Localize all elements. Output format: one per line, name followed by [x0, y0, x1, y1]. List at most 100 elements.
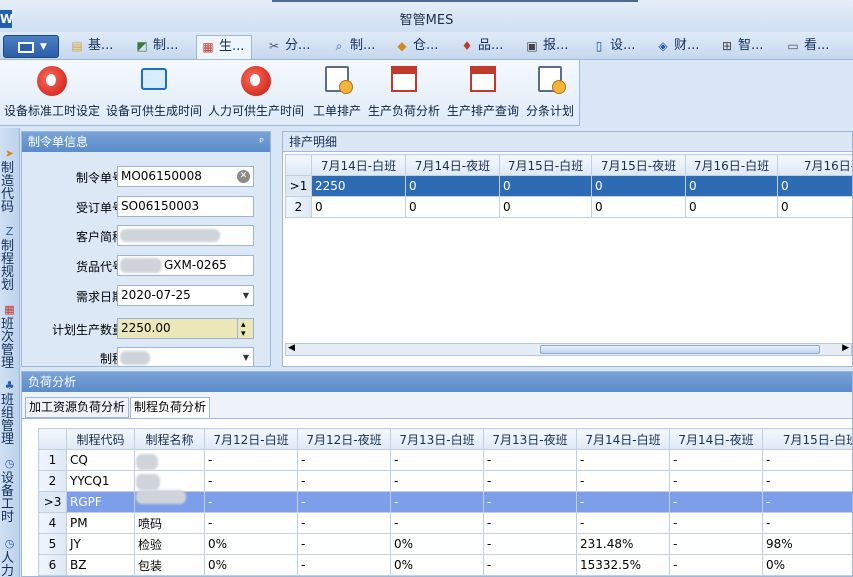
tab-3[interactable]: ✂ 分... — [263, 35, 323, 59]
tab-11[interactable]: ▭ 看... — [782, 35, 842, 59]
table-cell[interactable]: 231.48% — [576, 533, 670, 555]
table-cell[interactable]: - — [297, 449, 391, 471]
table-cell[interactable]: - — [669, 491, 763, 513]
ribbon-btn-3[interactable]: 工单排产 — [310, 60, 364, 126]
column-header[interactable]: 7月14日-夜班 — [405, 154, 500, 176]
column-header[interactable]: 7月15日-白班 — [762, 428, 852, 450]
table-cell[interactable]: - — [204, 470, 298, 492]
column-header[interactable]: 7月16日-白班 — [685, 154, 778, 176]
sub-no-input[interactable]: SO06150003 — [117, 196, 254, 217]
table-cell[interactable]: - — [762, 470, 852, 492]
column-header[interactable]: 7月13日-白班 — [390, 428, 484, 450]
customer-input[interactable] — [117, 225, 254, 246]
table-cell[interactable]: - — [297, 554, 391, 576]
scroll-thumb[interactable] — [540, 345, 820, 354]
tab-9[interactable]: ◈ 财... — [652, 35, 712, 59]
table-cell[interactable]: 0% — [204, 554, 298, 576]
process-select[interactable]: ▼ — [117, 347, 254, 366]
tab-0[interactable]: ▤ 基... — [66, 35, 126, 59]
table-cell[interactable]: 0% — [204, 533, 298, 555]
due-date-picker[interactable]: 2020-07-25 ▼ — [117, 285, 254, 306]
table-row[interactable]: 6 BZ 包装 0% -0% -15332.5% -0% — [38, 554, 852, 576]
table-cell[interactable]: - — [576, 449, 670, 471]
table-row[interactable]: 1 CQ - - - - - - - — [38, 449, 852, 471]
table-cell[interactable]: YYCQ1 — [66, 470, 135, 492]
table-cell[interactable]: 2250 — [311, 175, 406, 197]
table-row[interactable]: 5 JY 检验 0% -0% -231.48% -98% — [38, 533, 852, 555]
ribbon-btn-4[interactable]: 生产负荷分析 — [366, 60, 442, 126]
table-row[interactable]: 2000000 — [285, 196, 852, 218]
table-cell[interactable]: - — [390, 512, 484, 534]
table-cell[interactable]: JY — [66, 533, 135, 555]
tab-2[interactable]: ▦ 生... — [196, 35, 252, 59]
table-cell[interactable]: - — [669, 470, 763, 492]
table-cell[interactable]: - — [576, 512, 670, 534]
scroll-right-icon[interactable]: ▶ — [842, 343, 849, 353]
table-cell[interactable]: - — [762, 512, 852, 534]
table-cell[interactable]: 0 — [591, 196, 686, 218]
table-cell[interactable]: 0 — [311, 196, 406, 218]
table-cell[interactable]: - — [390, 470, 484, 492]
table-cell[interactable]: 检验 — [134, 533, 205, 555]
table-cell[interactable]: 0 — [499, 175, 592, 197]
table-cell[interactable]: RGPF — [66, 491, 135, 513]
table-cell[interactable]: - — [297, 512, 391, 534]
ribbon-btn-0[interactable]: 设备标准工时设定 — [2, 60, 102, 126]
tab-process-load[interactable]: 制程负荷分析 — [130, 397, 211, 418]
table-cell[interactable]: - — [576, 491, 670, 513]
column-header[interactable]: 7月14日-夜班 — [669, 428, 763, 450]
tab-8[interactable]: ▯ 设... — [588, 35, 648, 59]
table-cell[interactable]: - — [669, 449, 763, 471]
dropdown-arrow-icon[interactable]: ▼ — [243, 348, 249, 366]
table-cell[interactable]: - — [297, 491, 391, 513]
table-cell[interactable]: - — [483, 512, 577, 534]
tab-1[interactable]: ◩ 制... — [131, 35, 191, 59]
table-cell[interactable]: - — [297, 470, 391, 492]
table-cell[interactable]: - — [669, 533, 763, 555]
column-header[interactable]: 7月12日-夜班 — [297, 428, 391, 450]
pin-icon[interactable]: ᵖ — [259, 132, 264, 152]
tab-resource-load[interactable]: 加工资源负荷分析 — [25, 397, 130, 418]
table-cell[interactable]: PM — [66, 512, 135, 534]
column-header[interactable]: 7月14日-白班 — [311, 154, 406, 176]
table-cell[interactable]: 0% — [390, 533, 484, 555]
table-cell[interactable]: - — [483, 554, 577, 576]
column-header[interactable]: 7月16日-夜班 — [777, 154, 852, 176]
table-cell[interactable]: - — [669, 554, 763, 576]
table-cell[interactable]: 0% — [390, 554, 484, 576]
table-cell[interactable]: 0 — [685, 175, 778, 197]
column-header[interactable]: 7月15日-夜班 — [591, 154, 686, 176]
column-header[interactable]: 制程代码 — [66, 428, 135, 450]
table-cell[interactable]: 0 — [405, 175, 500, 197]
table-cell[interactable]: 15332.5% — [576, 554, 670, 576]
plan-qty-spinner[interactable]: 2250.00 — [117, 318, 254, 339]
table-cell[interactable]: - — [762, 449, 852, 471]
column-header[interactable]: 7月14日-白班 — [576, 428, 670, 450]
table-row[interactable]: 2 YYCQ1- - - - - - - — [38, 470, 852, 492]
table-cell[interactable]: - — [390, 491, 484, 513]
table-cell[interactable]: - — [483, 449, 577, 471]
table-cell[interactable]: 0 — [405, 196, 500, 218]
spin-buttons-icon[interactable] — [237, 319, 253, 338]
table-cell[interactable]: - — [483, 491, 577, 513]
column-header[interactable]: 7月12日-白班 — [204, 428, 298, 450]
table-cell[interactable]: - — [204, 512, 298, 534]
product-input[interactable]: GXM-0265 — [117, 255, 254, 276]
ribbon-btn-6[interactable]: 分条计划 — [524, 60, 576, 126]
table-cell[interactable]: BZ — [66, 554, 135, 576]
table-row[interactable]: >1 2250 0 0 0 0 0 — [285, 175, 852, 197]
table-cell[interactable]: 喷码 — [134, 512, 205, 534]
table-cell[interactable]: CQ — [66, 449, 135, 471]
table-cell[interactable]: - — [204, 491, 298, 513]
scroll-left-icon[interactable]: ◀ — [288, 343, 295, 353]
tab-7[interactable]: ▣ 报... — [521, 35, 581, 59]
table-cell[interactable]: 0 — [591, 175, 686, 197]
table-cell[interactable]: - — [762, 491, 852, 513]
tab-4[interactable]: ⌕ 制... — [328, 35, 388, 59]
table-cell[interactable]: - — [669, 512, 763, 534]
table-cell[interactable]: - — [390, 449, 484, 471]
ribbon-btn-2[interactable]: 人力可供生产时间 — [206, 60, 306, 126]
order-no-input[interactable]: MO06150008 ✕ — [117, 166, 254, 187]
table-cell[interactable]: 0 — [777, 175, 852, 197]
ribbon-btn-1[interactable]: 设备可供生成时间 — [104, 60, 204, 126]
